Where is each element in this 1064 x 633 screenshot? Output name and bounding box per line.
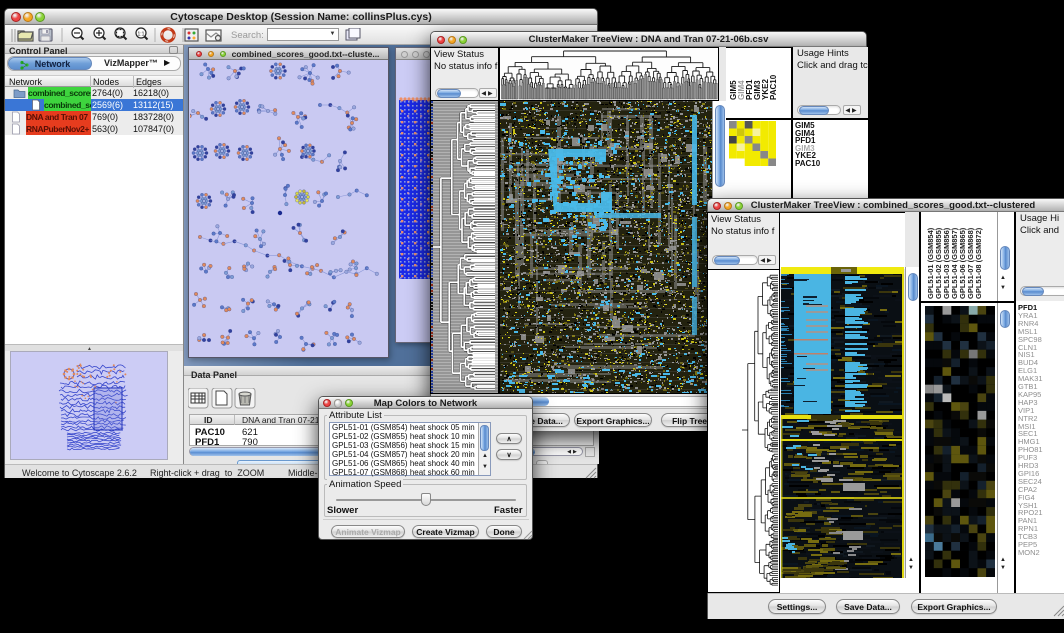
svg-text:1:1: 1:1 [138, 32, 145, 38]
svg-text:Search:: Search: [231, 30, 264, 41]
